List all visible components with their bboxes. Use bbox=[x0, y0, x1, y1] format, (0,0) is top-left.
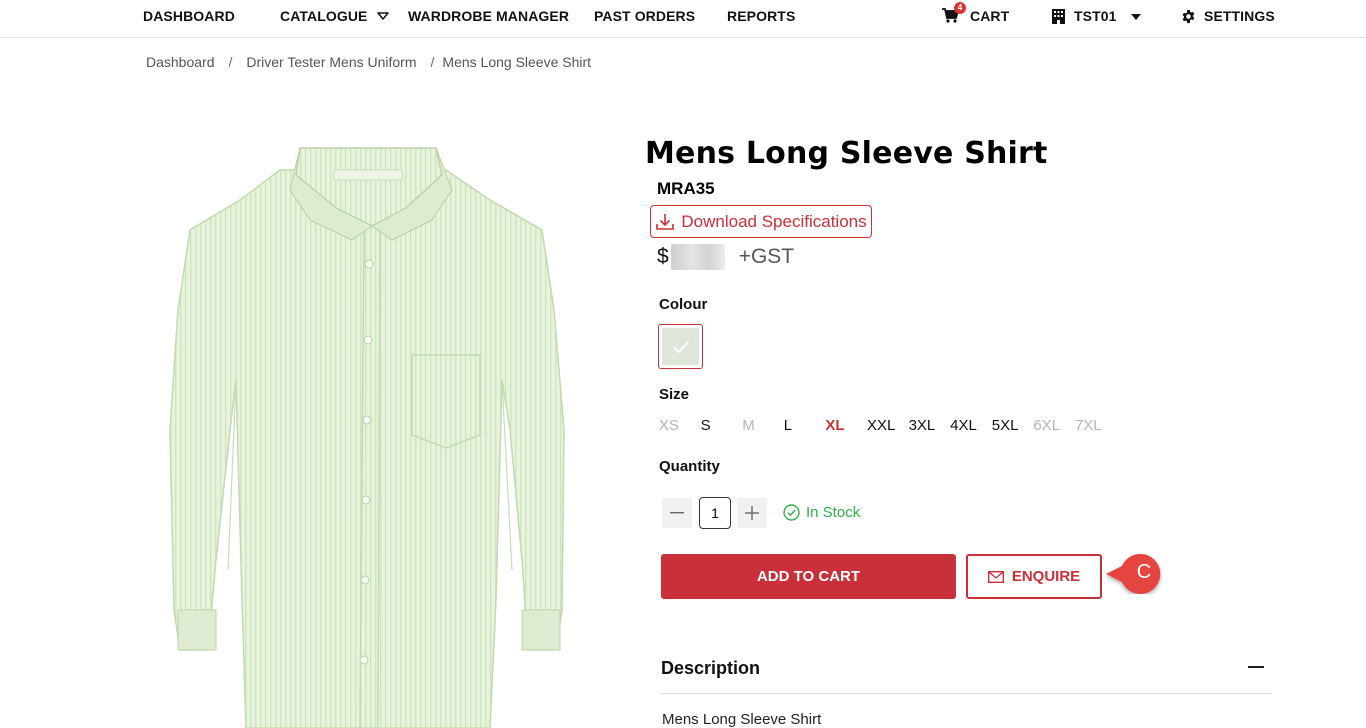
enquire-label: ENQUIRE bbox=[1011, 568, 1081, 585]
colour-label: Colour bbox=[659, 296, 708, 313]
breadcrumb-current: Mens Long Sleeve Shirt bbox=[442, 54, 592, 70]
nav-past-orders-label: PAST ORDERS bbox=[594, 8, 696, 24]
size-option-s[interactable]: S bbox=[701, 417, 743, 434]
stock-status-label: In Stock bbox=[806, 504, 861, 521]
annotation-callout: C bbox=[1104, 550, 1170, 594]
gear-icon bbox=[1182, 9, 1195, 23]
quantity-input[interactable] bbox=[699, 497, 731, 529]
breadcrumb-dashboard[interactable]: Dashboard bbox=[146, 54, 215, 70]
annotation-callout-label: C bbox=[1136, 561, 1152, 583]
nav-catalogue-label: CATALOGUE bbox=[280, 8, 368, 24]
currency-symbol: $ bbox=[657, 245, 669, 268]
breadcrumb-category[interactable]: Driver Tester Mens Uniform bbox=[246, 54, 416, 70]
description-accordion-header[interactable]: Description bbox=[661, 656, 1272, 694]
add-to-cart-button[interactable]: ADD TO CART bbox=[661, 554, 956, 599]
size-option-3xl[interactable]: 3XL bbox=[909, 417, 951, 434]
gst-label: +GST bbox=[738, 245, 795, 268]
product-image bbox=[150, 130, 590, 728]
checkmark-icon bbox=[672, 340, 689, 353]
description-text: Mens Long Sleeve Shirt bbox=[662, 711, 822, 728]
size-option-4xl[interactable]: 4XL bbox=[950, 417, 992, 434]
size-option-xs: XS bbox=[659, 417, 680, 434]
building-icon bbox=[1052, 8, 1065, 24]
caret-down-icon bbox=[1130, 14, 1141, 20]
size-options: XS S M L XL XXL 3XL 4XL 5XL 6XL 7XL bbox=[659, 417, 1117, 434]
stock-status: In Stock bbox=[783, 504, 860, 521]
size-option-xxl[interactable]: XXL bbox=[867, 417, 909, 434]
top-navigation: DASHBOARD CATALOGUE WARDROBE MANAGER PAS… bbox=[0, 0, 1366, 38]
product-title: Mens Long Sleeve Shirt bbox=[645, 136, 1048, 171]
nav-settings-label: SETTINGS bbox=[1204, 8, 1275, 24]
collapse-minus-icon bbox=[1248, 666, 1264, 668]
plus-icon bbox=[745, 506, 759, 520]
size-option-7xl: 7XL bbox=[1074, 417, 1102, 434]
quantity-label: Quantity bbox=[659, 458, 720, 475]
size-option-6xl: 6XL bbox=[1033, 417, 1061, 434]
nav-dashboard[interactable]: DASHBOARD bbox=[143, 8, 235, 24]
nav-past-orders[interactable]: PAST ORDERS bbox=[594, 8, 695, 24]
nav-catalogue[interactable]: CATALOGUE bbox=[280, 8, 390, 24]
nav-cart-label: CART bbox=[970, 8, 1010, 24]
breadcrumb: Dashboard / Driver Tester Mens Uniform /… bbox=[146, 54, 591, 70]
colour-swatch-fill bbox=[662, 328, 699, 365]
nav-reports-label: REPORTS bbox=[727, 8, 796, 24]
blurred-price-value bbox=[670, 244, 725, 270]
nav-settings[interactable]: SETTINGS bbox=[1181, 8, 1275, 24]
description-title: Description bbox=[661, 658, 761, 678]
product-sku: MRA35 bbox=[657, 179, 715, 198]
size-option-m: M bbox=[742, 417, 755, 434]
product-price: $ +GST bbox=[657, 244, 794, 270]
download-specifications-button[interactable]: Download Specifications bbox=[650, 205, 872, 238]
nav-reports[interactable]: REPORTS bbox=[727, 8, 795, 24]
minus-icon bbox=[670, 512, 684, 514]
size-option-5xl[interactable]: 5XL bbox=[992, 417, 1034, 434]
nav-wardrobe-manager[interactable]: WARDROBE MANAGER bbox=[408, 8, 569, 24]
nav-account-label: TST01 bbox=[1074, 8, 1117, 24]
colour-swatch-selected[interactable] bbox=[658, 324, 703, 369]
cart-count-badge: 4 bbox=[954, 2, 966, 14]
nav-wardrobe-manager-label: WARDROBE MANAGER bbox=[408, 8, 570, 24]
check-circle-icon bbox=[783, 504, 800, 521]
breadcrumb-separator: / bbox=[228, 54, 233, 70]
download-icon bbox=[656, 213, 675, 230]
quantity-increment-button[interactable] bbox=[737, 498, 767, 528]
size-option-xl[interactable]: XL bbox=[825, 417, 867, 434]
chevron-down-icon bbox=[377, 12, 390, 20]
envelope-icon bbox=[987, 570, 1004, 583]
cart-icon: 4 bbox=[942, 2, 966, 24]
enquire-button[interactable]: ENQUIRE bbox=[966, 554, 1102, 599]
nav-account[interactable]: TST01 bbox=[1051, 8, 1141, 24]
nav-dashboard-label: DASHBOARD bbox=[143, 8, 235, 24]
size-label: Size bbox=[659, 386, 690, 403]
breadcrumb-separator: / bbox=[430, 54, 435, 70]
download-label: Download Specifications bbox=[681, 211, 867, 231]
size-option-l[interactable]: L bbox=[784, 417, 826, 434]
nav-cart[interactable]: 4 CART bbox=[942, 2, 1010, 24]
quantity-decrement-button[interactable] bbox=[662, 498, 692, 528]
